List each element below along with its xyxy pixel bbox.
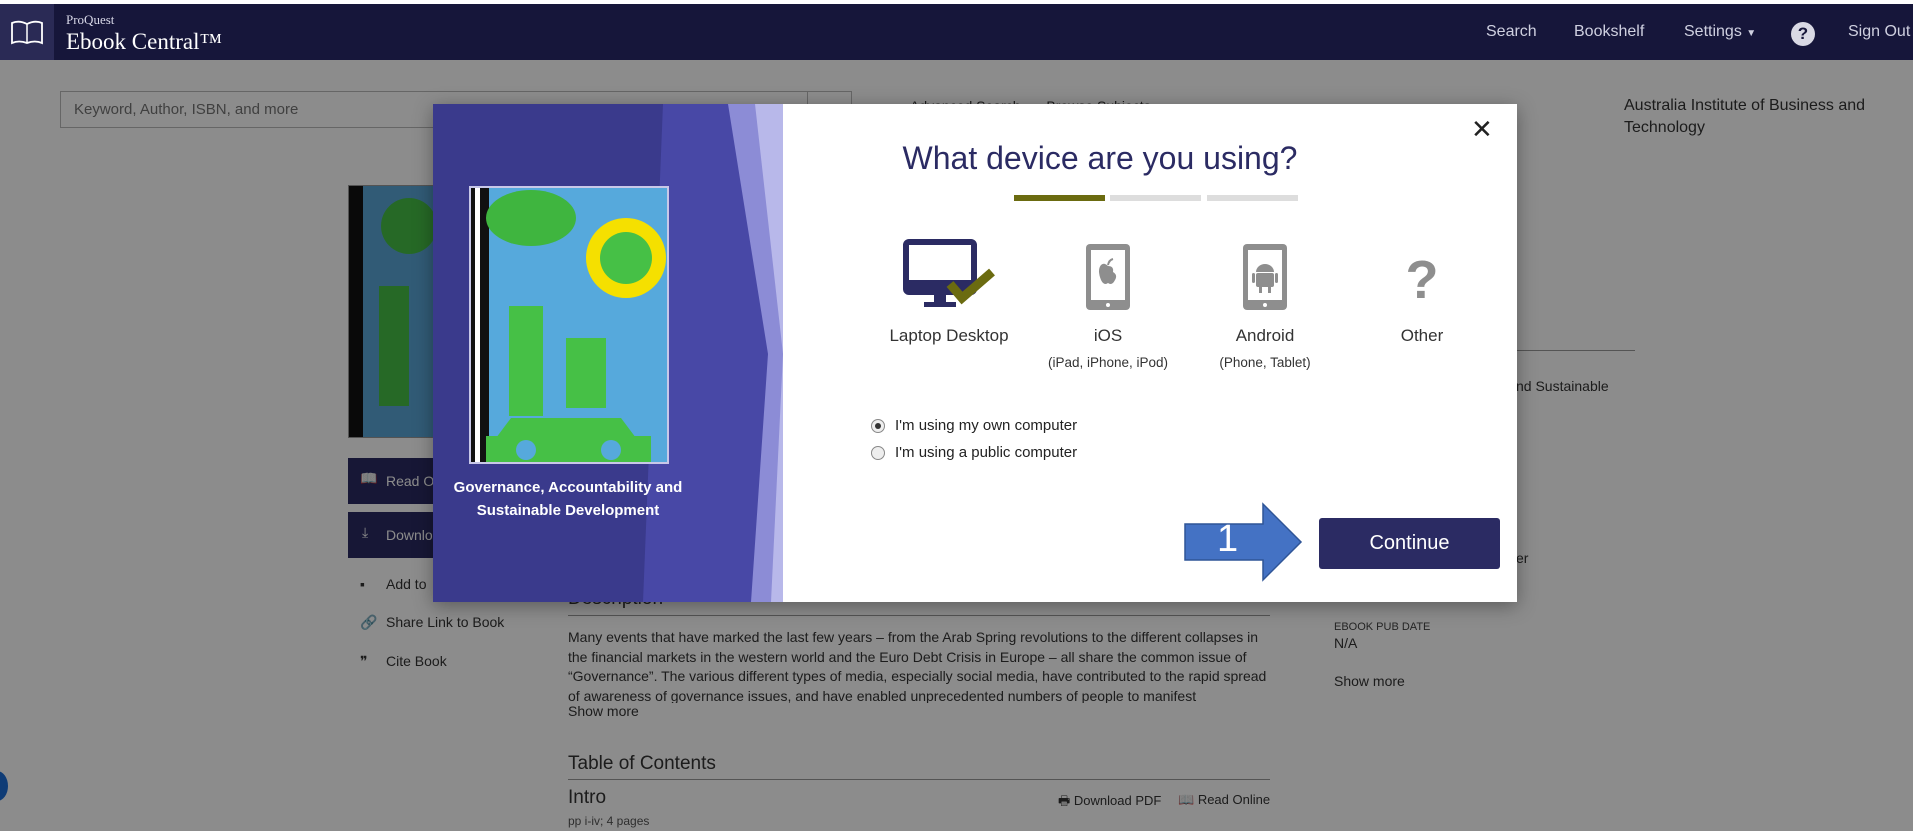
- top-navbar: ProQuest Ebook Central™ Search Bookshelf…: [0, 4, 1913, 60]
- radio-own-computer[interactable]: I'm using my own computer: [871, 417, 1077, 434]
- device-sublabel: (Phone, Tablet): [1219, 355, 1311, 370]
- progress-step-1: [1014, 195, 1105, 201]
- apple-tablet-icon: [1086, 244, 1130, 310]
- continue-button[interactable]: Continue: [1319, 518, 1500, 569]
- nav-sign-out[interactable]: Sign Out: [1848, 23, 1910, 41]
- progress-step-2: [1110, 195, 1201, 201]
- annotation-arrow: 1: [1183, 502, 1303, 582]
- progress-step-3: [1207, 195, 1298, 201]
- annotation-number: 1: [1217, 518, 1239, 560]
- device-android[interactable]: Android (Phone, Tablet): [1195, 234, 1335, 370]
- device-label: iOS: [1093, 326, 1123, 345]
- device-label: Android: [1235, 326, 1295, 345]
- device-ios[interactable]: iOS (iPad, iPhone, iPod): [1038, 234, 1178, 370]
- device-laptop-desktop[interactable]: Laptop Desktop: [879, 234, 1019, 346]
- close-icon[interactable]: ✕: [1471, 114, 1493, 145]
- brand-ebook-central[interactable]: Ebook Central™: [66, 29, 222, 55]
- android-tablet-icon: [1243, 244, 1287, 310]
- brand-proquest: ProQuest: [66, 12, 115, 27]
- dialog-book-panel: Governance, Accountability and Sustainab…: [433, 104, 783, 602]
- caret-down-icon: ▼: [1746, 28, 1757, 39]
- device-selection-dialog: Governance, Accountability and Sustainab…: [433, 104, 1517, 602]
- dialog-book-cover-image: [469, 186, 669, 464]
- device-sublabel: (iPad, iPhone, iPod): [1047, 355, 1169, 370]
- settings-label: Settings: [1684, 23, 1742, 40]
- nav-bookshelf[interactable]: Bookshelf: [1574, 23, 1644, 41]
- radio-public-computer[interactable]: I'm using a public computer: [871, 444, 1077, 461]
- laptop-desktop-icon: [903, 239, 995, 307]
- radio-button-unchecked[interactable]: [871, 445, 885, 460]
- question-icon: ?: [1405, 250, 1439, 310]
- nav-search[interactable]: Search: [1486, 23, 1537, 41]
- device-other[interactable]: ? Other: [1352, 234, 1492, 346]
- book-logo-icon[interactable]: [0, 4, 54, 60]
- device-label: Laptop Desktop: [889, 326, 1009, 345]
- dialog-title: What device are you using?: [902, 140, 1298, 176]
- dialog-book-title: Governance, Accountability and Sustainab…: [453, 479, 683, 519]
- radio-button-checked[interactable]: [871, 418, 885, 433]
- nav-settings[interactable]: Settings ▼: [1684, 23, 1756, 41]
- radio-own-label: I'm using my own computer: [895, 417, 1078, 434]
- help-icon[interactable]: ?: [1791, 22, 1815, 46]
- device-label: Other: [1400, 326, 1444, 345]
- radio-public-label: I'm using a public computer: [895, 444, 1078, 461]
